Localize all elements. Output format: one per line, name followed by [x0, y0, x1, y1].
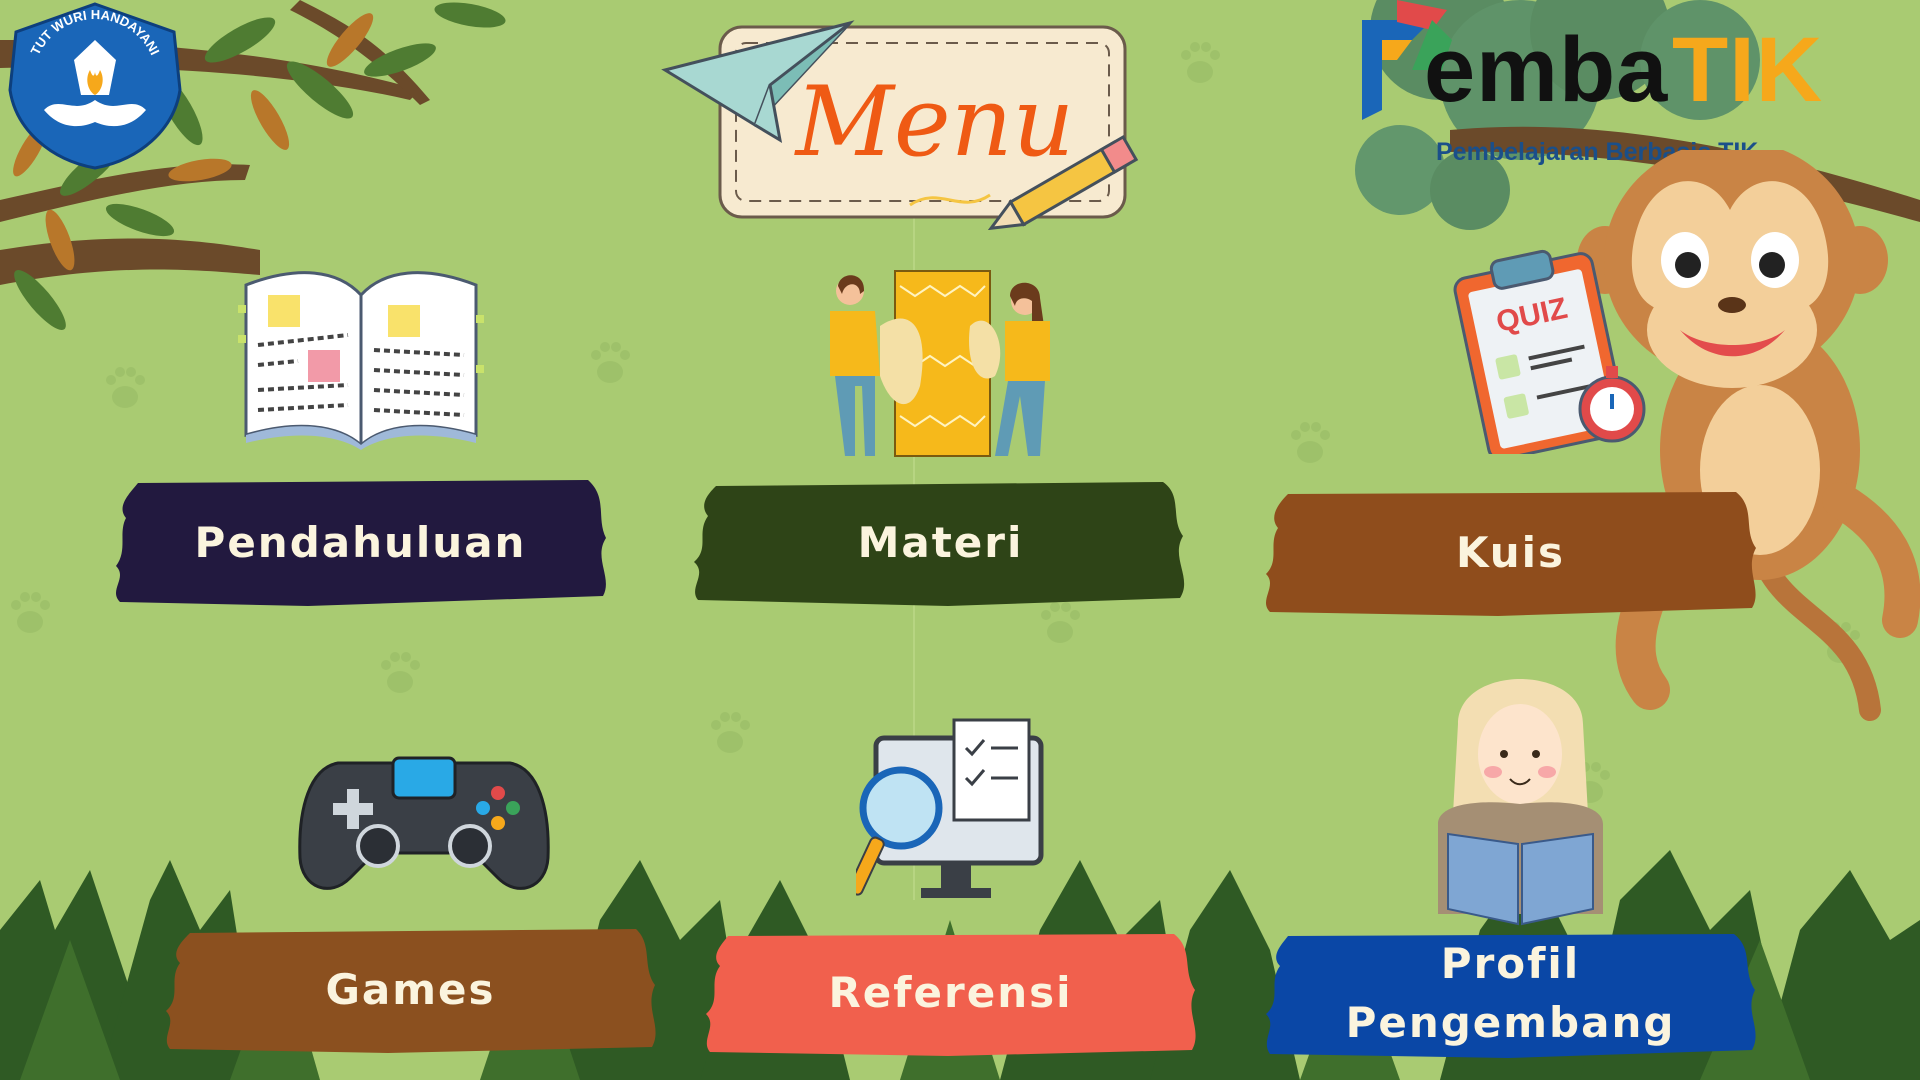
menu-label-pendahuluan: Pendahuluan	[194, 517, 527, 567]
menu-button-pendahuluan[interactable]: Pendahuluan	[108, 478, 613, 608]
ministry-logo: TUT WURI HANDAYANI	[4, 0, 186, 172]
developer-avatar-illustration	[1418, 664, 1623, 926]
menu-title-card: Menu	[660, 15, 1190, 231]
materi-batik-illustration	[820, 266, 1060, 466]
menu-label-profil-pengembang: Profil Pengembang	[1345, 939, 1676, 1047]
pembatik-logo: emba TIK Pembelajaran Berbasis TIK	[1352, 0, 1892, 170]
referensi-monitor-illustration	[847, 718, 1046, 918]
menu-label-games: Games	[325, 964, 496, 1014]
quiz-clipboard-illustration: QUIZ	[1450, 244, 1650, 461]
open-book-illustration	[238, 255, 484, 450]
pembatik-brand-prefix: emba	[1424, 19, 1669, 121]
menu-label-kuis: Kuis	[1455, 527, 1566, 577]
pembatik-brand-suffix: TIK	[1672, 19, 1824, 121]
game-controller-illustration	[298, 748, 550, 900]
menu-label-materi: Materi	[857, 517, 1024, 567]
menu-button-kuis[interactable]: Kuis	[1258, 488, 1763, 618]
menu-button-materi[interactable]: Materi	[688, 478, 1193, 608]
menu-label-referensi: Referensi	[828, 967, 1073, 1017]
menu-button-profil-pengembang[interactable]: Profil Pengembang	[1258, 928, 1763, 1060]
menu-title: Menu	[794, 66, 1075, 178]
menu-button-games[interactable]: Games	[158, 925, 663, 1055]
menu-button-referensi[interactable]: Referensi	[698, 928, 1203, 1058]
